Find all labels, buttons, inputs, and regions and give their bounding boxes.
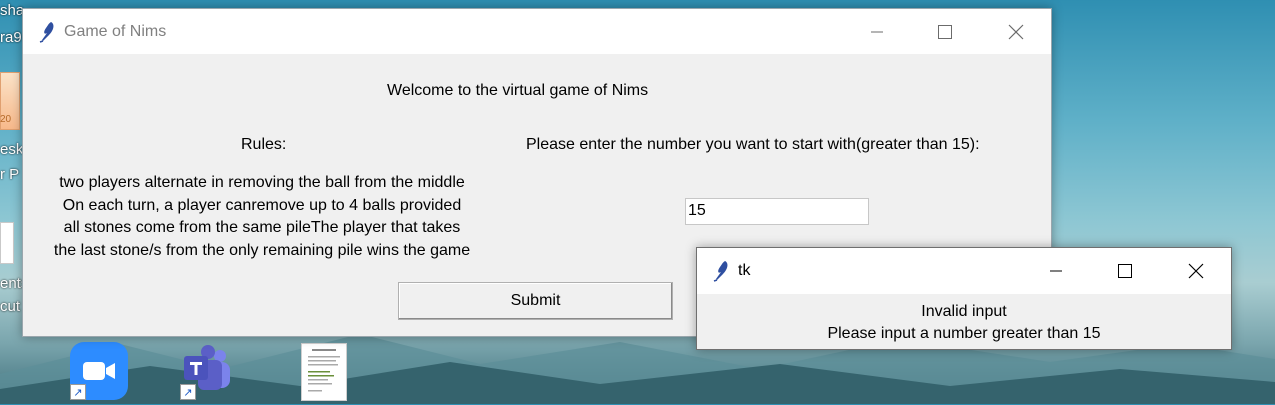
desktop-icon-label[interactable]: r P (0, 166, 19, 183)
zoom-icon[interactable]: ↗ (70, 342, 128, 400)
dialog-message: Invalid input Please input a number grea… (697, 301, 1231, 345)
welcome-heading: Welcome to the virtual game of Nims (387, 82, 649, 99)
desktop-icon-label: 20 (0, 114, 12, 125)
close-icon (1188, 263, 1204, 278)
desktop-icon-label[interactable]: ra9 (0, 29, 22, 46)
dialog-close-button[interactable] (1173, 248, 1219, 293)
submit-button[interactable]: Submit (398, 282, 673, 320)
invalid-input-dialog: tk Invalid input Please input a number g… (696, 247, 1232, 350)
minimize-icon (1050, 270, 1062, 271)
rules-heading: Rules: (241, 136, 287, 153)
close-button[interactable] (993, 9, 1039, 54)
desktop-icon-label[interactable]: cut (0, 298, 20, 315)
rules-line: the last stone/s from the only remaining… (53, 241, 471, 259)
tk-feather-icon (39, 22, 54, 43)
maximize-icon (938, 24, 952, 39)
start-number-prompt: Please enter the number you want to star… (526, 136, 980, 153)
rules-text: two players alternate in removing the ba… (23, 172, 501, 262)
shortcut-arrow-icon: ↗ (70, 384, 86, 400)
rules-line: On each turn, a player canremove up to 4… (62, 196, 462, 214)
dialog-message-line: Please input a number greater than 15 (827, 325, 1101, 342)
close-icon (1008, 24, 1024, 39)
dialog-title-bar[interactable]: tk (697, 248, 1231, 294)
tk-feather-icon (713, 261, 728, 282)
document-thumbnail-icon[interactable] (301, 343, 347, 401)
document-lines-icon (308, 349, 340, 392)
rules-line: all stones come from the same pileThe pl… (63, 219, 461, 236)
window-title: Game of Nims (64, 23, 167, 40)
maximize-icon (1118, 263, 1132, 278)
desktop-icon-label[interactable]: sha (0, 2, 24, 19)
desktop-icon-label[interactable]: esk (0, 141, 23, 158)
teams-icon[interactable]: ↗ (180, 342, 238, 400)
desktop-document-icon[interactable] (0, 222, 14, 264)
minimize-button[interactable] (854, 9, 900, 54)
minimize-icon (871, 31, 883, 32)
dialog-minimize-button[interactable] (1033, 248, 1079, 293)
camera-icon (83, 362, 115, 380)
maximize-button[interactable] (922, 9, 968, 54)
dialog-message-line: Invalid input (921, 303, 1007, 320)
dialog-title: tk (738, 262, 751, 279)
rules-line: two players alternate in removing the ba… (59, 174, 465, 191)
dialog-maximize-button[interactable] (1102, 248, 1148, 293)
start-number-input[interactable]: 15 (685, 198, 869, 225)
shortcut-arrow-icon: ↗ (180, 384, 196, 400)
title-bar[interactable]: Game of Nims (23, 9, 1051, 54)
